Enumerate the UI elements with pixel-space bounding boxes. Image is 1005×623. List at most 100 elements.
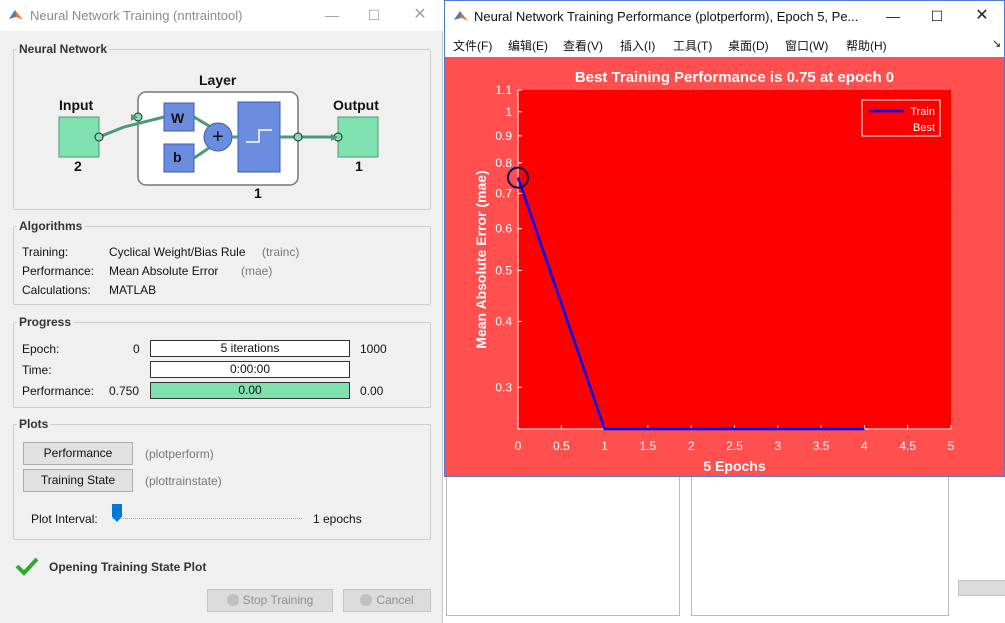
progress-epoch-start: 0 [133, 342, 140, 356]
epoch-progress-text: 5 iterations [220, 341, 280, 355]
plots-group-title: Plots [17, 417, 51, 431]
y-tick-label: 0.4 [495, 314, 512, 328]
menu-file[interactable]: 文件(F) [453, 37, 492, 54]
input-port-dot [94, 132, 104, 142]
algo-calculations-label: Calculations: [22, 283, 91, 297]
x-tick-label: 0 [515, 439, 522, 453]
stop-training-label: Stop Training [242, 593, 314, 607]
cancel-icon [360, 594, 373, 606]
input-box [58, 116, 100, 158]
progress-group-title: Progress [17, 315, 74, 329]
x-tick-label: 3.5 [813, 439, 830, 453]
menu-view[interactable]: 查看(V) [563, 37, 603, 54]
menu-desktop[interactable]: 桌面(D) [728, 37, 769, 54]
algo-calculations-value: MATLAB [109, 283, 157, 297]
perf-close-icon[interactable]: ✕ [970, 6, 994, 26]
performance-plot-button[interactable]: Performance [23, 442, 133, 465]
matlab-logo-icon [454, 11, 468, 21]
input-size: 2 [74, 158, 82, 174]
output-box [337, 116, 379, 158]
x-tick-label: 2.5 [726, 439, 743, 453]
stop-icon [226, 594, 239, 606]
weight-label: W [171, 110, 185, 126]
x-tick-label: 4.5 [899, 439, 916, 453]
menu-edit[interactable]: 编辑(E) [508, 37, 548, 54]
x-tick-label: 2 [688, 439, 695, 453]
layer-size: 1 [254, 185, 262, 201]
status-text: Opening Training State Plot [49, 560, 207, 574]
performance-progress-bar: 0.00 [150, 382, 350, 399]
x-tick-label: 0.5 [553, 439, 570, 453]
sum-symbol: + [212, 126, 224, 148]
checkmark-icon [15, 557, 39, 576]
bias-label: b [173, 149, 182, 165]
x-tick-label: 5 [948, 439, 955, 453]
y-tick-label: 1 [505, 105, 512, 119]
performance-plot-fn: (plotperform) [145, 447, 214, 461]
algo-performance-value: Mean Absolute Error [109, 264, 219, 278]
cancel-label: Cancel [376, 593, 414, 607]
y-tick-label: 0.5 [495, 263, 512, 277]
title-bar[interactable]: Neural Network Training (nntraintool) — … [0, 0, 443, 31]
performance-progress-text: 0.00 [238, 383, 262, 397]
x-tick-label: 1.5 [640, 439, 657, 453]
perf-minimize-icon[interactable]: — [881, 6, 905, 26]
progress-performance-label: Performance: [22, 384, 95, 398]
time-progress-bar: 0:00:00 [150, 361, 350, 378]
cancel-button[interactable]: Cancel [343, 589, 431, 612]
x-tick-label: 3 [774, 439, 781, 453]
close-icon[interactable]: ✕ [408, 5, 432, 25]
progress-performance-start: 0.750 [109, 384, 140, 398]
performance-figure: 0 0.5 1 1.5 2 2.5 3 3.5 4 4.5 5 0.3 0.4 0.5 0.6 0.7 0.8 0… [445, 57, 1004, 476]
menu-overflow-icon[interactable]: ↘ [992, 37, 1001, 50]
nntraintool-window: Neural Network Training (nntraintool) — … [0, 0, 443, 623]
y-tick-label: 0.7 [495, 186, 512, 200]
chart-title: Best Training Performance is 0.75 at epo… [575, 69, 894, 86]
y-tick-label: 1.1 [495, 83, 512, 97]
output-label: Output [333, 97, 379, 113]
performance-chart: 0 0.5 1 1.5 2 2.5 3 3.5 4 4.5 5 0.3 0.4 0.5 0.6 0.7 0.8 0… [445, 57, 1004, 476]
plot-interval-slider[interactable] [112, 504, 302, 522]
algo-training-label: Training: [22, 245, 69, 259]
background-pane-right [691, 476, 949, 616]
progress-time-label: Time: [22, 363, 52, 377]
x-tick-label: 1 [601, 439, 608, 453]
epoch-progress-bar: 5 iterations [150, 340, 350, 357]
plot-interval-value: 1 epochs [313, 512, 362, 526]
y-tick-label: 0.6 [495, 222, 512, 236]
stop-training-button[interactable]: Stop Training [207, 589, 333, 612]
menu-insert[interactable]: 插入(I) [620, 37, 655, 54]
axes-background [518, 90, 951, 429]
output-size: 1 [355, 158, 363, 174]
legend-train-label: Train [910, 106, 935, 118]
background-pane-left [446, 476, 680, 616]
algo-performance-label: Performance: [22, 264, 95, 278]
perf-window-title: Neural Network Training Performance (plo… [474, 9, 859, 24]
plot-interval-label: Plot Interval: [31, 512, 98, 526]
menu-help[interactable]: 帮助(H) [846, 37, 887, 54]
window-title: Neural Network Training (nntraintool) [30, 8, 243, 23]
x-tick-label: 4 [861, 439, 868, 453]
legend-best-label: Best [913, 122, 935, 134]
algo-performance-code: (mae) [241, 264, 273, 278]
algorithms-group-title: Algorithms [17, 219, 85, 233]
perf-maximize-icon[interactable]: ☐ [925, 6, 949, 26]
background-scrollbar [958, 580, 1005, 596]
y-axis-label: Mean Absolute Error (mae) [473, 170, 489, 348]
menu-window[interactable]: 窗口(W) [785, 37, 828, 54]
minimize-icon[interactable]: — [320, 5, 344, 25]
y-tick-label: 0.3 [495, 380, 512, 394]
training-state-plot-button[interactable]: Training State [23, 469, 133, 492]
input-label: Input [59, 97, 94, 113]
x-axis-label: 5 Epochs [703, 458, 765, 474]
training-state-plot-fn: (plottrainstate) [145, 474, 222, 488]
menu-tools[interactable]: 工具(T) [673, 37, 712, 54]
layer-label: Layer [199, 72, 237, 88]
y-tick-label: 0.9 [495, 129, 512, 143]
progress-epoch-label: Epoch: [22, 342, 60, 356]
maximize-icon[interactable]: ☐ [362, 5, 386, 25]
neural-network-group-title: Neural Network [17, 42, 110, 56]
progress-performance-end: 0.00 [360, 384, 384, 398]
time-progress-text: 0:00:00 [229, 362, 271, 376]
algo-training-code: (trainc) [262, 245, 300, 259]
